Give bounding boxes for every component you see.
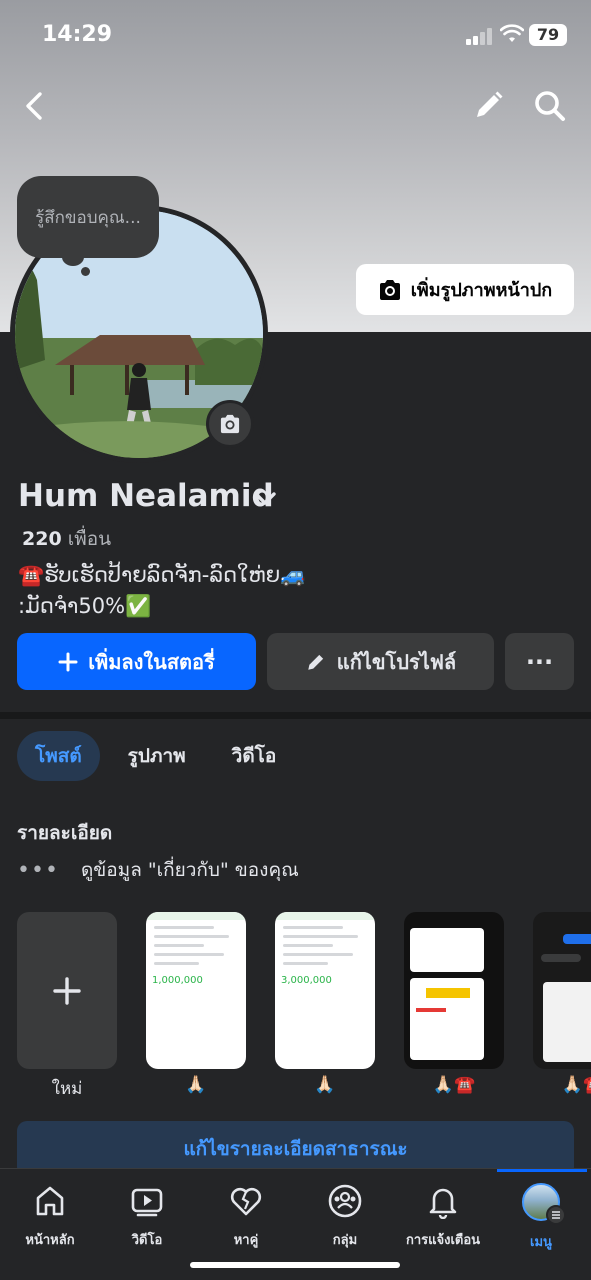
groups-icon [328,1184,362,1218]
nav-home[interactable]: หน้าหลัก [0,1183,100,1250]
highlight-thumbnail [404,912,504,1069]
highlight-thumbnail: 1,000,000 [146,912,246,1069]
receipt-amount: 3,000,000 [281,975,332,986]
highlight-caption: 🙏🏻☎️ [432,1075,476,1095]
highlight-thumbnail [533,912,591,1069]
camera-icon [379,279,400,300]
highlight-caption: 🙏🏻☎️ [561,1075,591,1095]
nav-groups[interactable]: กลุ่ม [295,1183,395,1250]
tab-posts[interactable]: โพสต์ [17,731,100,781]
nav-label: หน้าหลัก [25,1233,75,1248]
wifi-icon [500,24,524,42]
more-options-button[interactable]: ··· [505,633,574,690]
nav-label: การแจ้งเตือน [405,1233,481,1248]
battery-indicator: 79 [529,24,567,46]
nav-label: วิดีโอ [131,1233,163,1248]
profile-name: Hum Nealamid [18,478,274,514]
home-icon [36,1186,64,1216]
more-dots-icon: ••• [17,857,59,883]
highlight-thumbnail: 3,000,000 [275,912,375,1069]
bio-line-1: ☎️ຮັບເຮັດປ້າຍລົດຈັກ-ລົດໃຫ່ຍ🚙 [18,563,307,587]
change-profile-photo-button[interactable] [206,400,254,448]
back-button[interactable] [16,86,56,126]
profile-bio: ☎️ຮັບເຮັດປ້າຍລົດຈັກ-ລົດໃຫ່ຍ🚙 :ມັດຈໍາ50%✅ [18,560,306,622]
hamburger-icon [546,1205,566,1225]
bio-line-2: :ມັດຈໍາ50%✅ [18,594,152,618]
see-about-info-label: ดูข้อมูล "เกี่ยวกับ" ของคุณ [80,859,299,881]
plus-icon [58,652,78,671]
add-to-story-button[interactable]: เพิ่มลงในสตอรี่ [17,633,256,690]
add-cover-photo-label: เพิ่มรูปภาพหน้าปก [410,280,553,301]
pencil-icon [308,654,323,670]
tab-photos[interactable]: รูปภาพ [110,731,204,781]
video-icon [131,1188,163,1217]
new-highlight-tile [17,912,117,1069]
see-about-info-link[interactable]: ••• ดูข้อมูล "เกี่ยวกับ" ของคุณ [17,854,299,886]
nav-label: หาคู่ [233,1233,259,1248]
nav-label: กลุ่ม [332,1233,358,1248]
highlight-item[interactable]: 🙏🏻☎️ [533,912,591,1095]
edit-profile-button[interactable]: แก้ไขโปรไฟล์ [267,633,494,690]
menu-avatar-icon [522,1183,566,1225]
edit-profile-label: แก้ไขโปรไฟล์ [336,649,457,674]
nav-menu[interactable]: เมนู [491,1183,591,1252]
edit-public-details-label: แก้ไขรายละเอียดสาธารณะ [183,1138,408,1160]
details-heading: รายละเอียด [17,822,113,844]
highlight-caption: ใหม่ [51,1079,83,1099]
tab-videos[interactable]: วิดีโอ [214,731,295,781]
cellular-signal-icon [466,27,494,45]
highlight-item[interactable]: 3,000,000 🙏🏻 [275,912,375,1095]
home-indicator[interactable] [190,1262,400,1268]
highlight-caption: 🙏🏻 [185,1075,207,1095]
friends-number: 220 [22,528,62,550]
camera-icon [220,414,240,434]
nav-dating[interactable]: หาคู่ [196,1183,296,1250]
nav-video[interactable]: วิดีโอ [97,1183,197,1250]
nav-notifications[interactable]: การแจ้งเตือน [393,1183,493,1250]
more-options-label: ··· [525,647,554,676]
search-button[interactable] [530,86,570,126]
friends-count[interactable]: 220 เพื่อน [22,524,111,554]
chevron-down-icon[interactable] [252,485,278,511]
section-divider [0,712,591,719]
active-tab-indicator [497,1169,587,1172]
highlight-item[interactable]: 1,000,000 🙏🏻 [146,912,246,1095]
thought-bubble-tail-dot [81,267,90,276]
story-highlights: ใหม่ 1,000,000 🙏🏻 3,000,000 🙏🏻 🙏🏻☎️ 🙏🏻 [17,912,591,1102]
dating-heart-icon [230,1187,262,1216]
new-highlight-button[interactable]: ใหม่ [17,912,117,1102]
bell-icon [429,1188,457,1219]
highlight-item[interactable]: 🙏🏻☎️ [404,912,504,1095]
plus-icon [53,976,81,1005]
thought-bubble-text: รู้สึกขอบคุณ... [35,207,141,228]
profile-tabs: โพสต์ รูปภาพ วิดีโอ [17,731,294,781]
status-bar: 14:29 79 [0,0,591,70]
add-cover-photo-button[interactable]: เพิ่มรูปภาพหน้าปก [356,264,574,315]
thought-bubble[interactable]: รู้สึกขอบคุณ... [17,176,159,258]
highlight-caption: 🙏🏻 [314,1075,336,1095]
friends-label: เพื่อน [67,528,112,550]
status-time: 14:29 [42,22,113,47]
nav-label: เมนู [530,1235,552,1250]
receipt-amount: 1,000,000 [152,975,203,986]
add-to-story-label: เพิ่มลงในสตอรี่ [88,649,215,674]
edit-pencil-button[interactable] [468,86,508,126]
